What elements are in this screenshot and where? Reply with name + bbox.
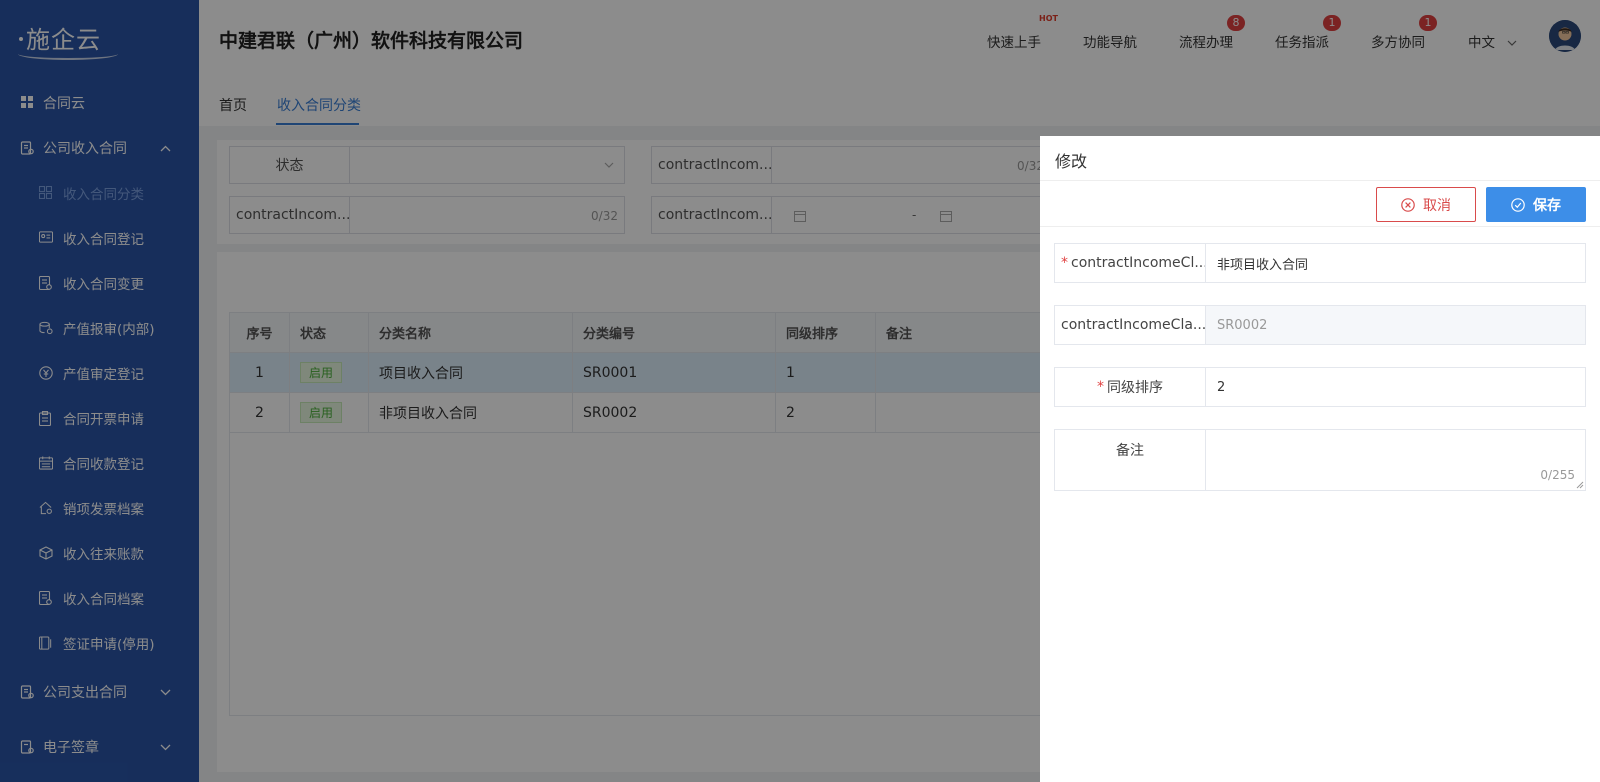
required-mark: * xyxy=(1097,379,1104,395)
resize-handle-icon[interactable] xyxy=(1576,481,1584,489)
check-circle-icon xyxy=(1511,197,1525,212)
category-name-field: * contractIncomeCl... 非项目收入合同 xyxy=(1054,243,1586,283)
category-name-label-text: contractIncomeCl... xyxy=(1071,255,1206,271)
category-name-input[interactable]: 非项目收入合同 xyxy=(1206,244,1585,282)
remark-label: 备注 xyxy=(1055,430,1206,490)
category-code-input: SR0002 xyxy=(1206,306,1585,344)
remark-textarea[interactable]: 0/255 xyxy=(1206,430,1585,490)
cancel-button[interactable]: 取消 xyxy=(1376,187,1476,222)
drawer-toolbar: 取消 保存 xyxy=(1040,181,1600,227)
char-count: 0/255 xyxy=(1540,468,1575,482)
drawer-title: 修改 xyxy=(1040,136,1600,181)
required-mark: * xyxy=(1061,255,1068,271)
category-name-label: * contractIncomeCl... xyxy=(1055,244,1206,282)
remark-field: 备注 0/255 xyxy=(1054,429,1586,491)
category-code-label: contractIncomeCla... xyxy=(1055,306,1206,344)
sort-order-label-text: 同级排序 xyxy=(1107,380,1163,396)
close-circle-icon xyxy=(1401,197,1415,212)
cancel-button-label: 取消 xyxy=(1423,197,1451,214)
category-code-field: contractIncomeCla... SR0002 xyxy=(1054,305,1586,345)
save-button[interactable]: 保存 xyxy=(1486,187,1586,222)
sort-order-field: * 同级排序 2 xyxy=(1054,367,1586,407)
save-button-label: 保存 xyxy=(1533,197,1561,214)
edit-drawer: 修改 取消 保存 * contractIncomeCl... 非项目收入合同 c… xyxy=(1040,136,1600,782)
sort-order-input[interactable]: 2 xyxy=(1206,368,1585,406)
sort-order-label: * 同级排序 xyxy=(1055,368,1206,406)
